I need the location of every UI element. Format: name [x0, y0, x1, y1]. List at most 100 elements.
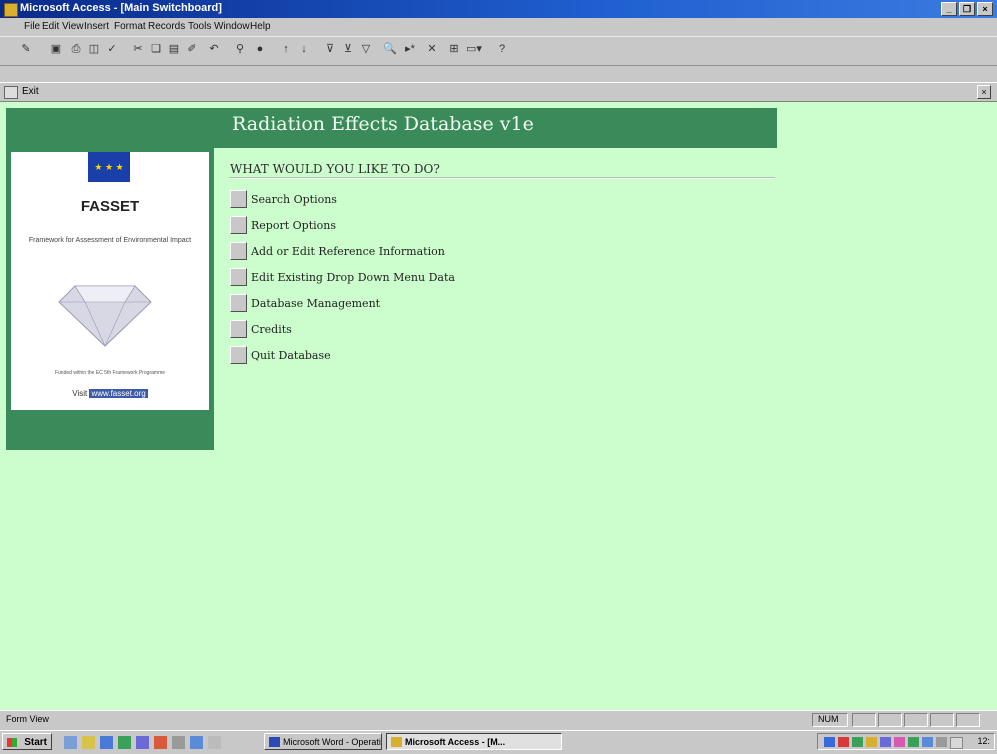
- access-key-icon: [391, 737, 402, 747]
- spelling-icon[interactable]: ✓: [104, 41, 120, 57]
- edit-reference-button[interactable]: [230, 242, 247, 260]
- visit-line: Visit www.fasset.org: [11, 389, 209, 398]
- tray-icon[interactable]: [866, 737, 877, 747]
- access-key-icon: [4, 3, 18, 17]
- tray-icons: [824, 737, 963, 749]
- minimize-icon[interactable]: _: [941, 2, 957, 16]
- menu-format[interactable]: Format: [114, 21, 146, 32]
- num-lock-indicator: NUM: [818, 714, 839, 724]
- menu-insert[interactable]: Insert: [84, 21, 109, 32]
- search-options-button[interactable]: [230, 190, 247, 208]
- sort-descending-icon[interactable]: ↓: [296, 41, 312, 57]
- design-view-icon[interactable]: ✎: [18, 41, 34, 57]
- menu-edit[interactable]: Edit: [42, 21, 59, 32]
- filter-by-form-icon[interactable]: ⊻: [340, 41, 356, 57]
- quick-launch-icon[interactable]: [172, 736, 185, 749]
- quick-launch-icon[interactable]: [136, 736, 149, 749]
- new-object-icon[interactable]: ▭▾: [466, 41, 482, 57]
- save-icon[interactable]: ▣: [48, 41, 64, 57]
- status-panel: [852, 713, 876, 727]
- hyperlink-icon[interactable]: ⚲: [232, 41, 248, 57]
- menu-view[interactable]: View: [62, 21, 84, 32]
- tray-icon[interactable]: [838, 737, 849, 747]
- format-painter-icon[interactable]: ✐: [184, 41, 200, 57]
- quick-launch-icon[interactable]: [208, 736, 221, 749]
- app-title: Radiation Effects Database v1e: [232, 113, 534, 135]
- diamond-icon: [58, 285, 152, 347]
- edit-dropdown-data-button[interactable]: [230, 268, 247, 286]
- database-management-button[interactable]: [230, 294, 247, 312]
- credits-button[interactable]: [230, 320, 247, 338]
- divider: [229, 177, 775, 179]
- web-toolbar-icon[interactable]: ●: [252, 41, 268, 57]
- quit-database-button[interactable]: [230, 346, 247, 364]
- menu-tools[interactable]: Tools: [188, 21, 211, 32]
- fasset-link[interactable]: www.fasset.org: [89, 389, 148, 398]
- close-icon[interactable]: ×: [977, 2, 993, 16]
- delete-record-icon[interactable]: ✕: [424, 41, 440, 57]
- tray-icon[interactable]: [922, 737, 933, 747]
- status-bar: Form View NUM: [0, 710, 997, 729]
- print-preview-icon[interactable]: ◫: [86, 41, 102, 57]
- task-word[interactable]: Microsoft Word - Operating: [264, 733, 382, 750]
- print-icon[interactable]: ⎙: [68, 41, 84, 57]
- status-panel: [930, 713, 954, 727]
- credits-label: Credits: [251, 323, 292, 336]
- new-record-icon[interactable]: ▸*: [402, 41, 418, 57]
- tray-icon[interactable]: [852, 737, 863, 747]
- tray-icon[interactable]: [824, 737, 835, 747]
- office-assistant-icon[interactable]: ?: [494, 41, 510, 57]
- funded-text: Funded within the EC 5th Framework Progr…: [54, 370, 166, 376]
- menu-records[interactable]: Records: [148, 21, 185, 32]
- form-title-bar: Exit ×: [0, 82, 997, 102]
- find-icon[interactable]: 🔍: [382, 41, 398, 57]
- cut-icon[interactable]: ✂: [130, 41, 146, 57]
- quick-launch-icon[interactable]: [64, 736, 77, 749]
- menu-file[interactable]: File: [24, 21, 40, 32]
- eu-flag-icon: ★ ★ ★: [88, 152, 130, 182]
- tray-icon[interactable]: [880, 737, 891, 747]
- quick-launch-icon[interactable]: [154, 736, 167, 749]
- form-close-icon[interactable]: ×: [977, 85, 991, 99]
- edit-dropdown-data-label: Edit Existing Drop Down Menu Data: [251, 271, 455, 284]
- start-button[interactable]: Start: [2, 733, 52, 750]
- report-options-label: Report Options: [251, 219, 336, 232]
- window-title-bar[interactable]: Microsoft Access - [Main Switchboard] _ …: [0, 0, 997, 18]
- clock: 12:: [977, 736, 990, 746]
- edit-reference-label: Add or Edit Reference Information: [251, 245, 445, 258]
- filter-by-selection-icon[interactable]: ⊽: [322, 41, 338, 57]
- quick-launch-icon[interactable]: [100, 736, 113, 749]
- quick-launch-icon[interactable]: [118, 736, 131, 749]
- copy-icon[interactable]: ❏: [148, 41, 164, 57]
- task-label: Microsoft Word - Operating: [283, 737, 382, 747]
- prompt-heading: WHAT WOULD YOU LIKE TO DO?: [230, 162, 440, 176]
- menu-window[interactable]: Window: [214, 21, 250, 32]
- task-label: Microsoft Access - [M...: [405, 737, 506, 747]
- window-controls: _ ❐ ×: [941, 2, 993, 16]
- tray-icon[interactable]: [936, 737, 947, 747]
- database-management-label: Database Management: [251, 297, 381, 310]
- status-panel: [904, 713, 928, 727]
- apply-filter-icon[interactable]: ▽: [358, 41, 374, 57]
- undo-icon[interactable]: ↶: [206, 41, 222, 57]
- report-options-button[interactable]: [230, 216, 247, 234]
- quick-launch-icon[interactable]: [190, 736, 203, 749]
- restore-icon[interactable]: ❐: [959, 2, 975, 16]
- tray-icon[interactable]: [908, 737, 919, 747]
- tray-icon[interactable]: [894, 737, 905, 747]
- search-options-label: Search Options: [251, 193, 337, 206]
- windows-logo-icon: [7, 738, 17, 747]
- start-label: Start: [24, 737, 47, 748]
- word-icon: [269, 737, 280, 747]
- system-tray: 12:: [817, 733, 995, 750]
- status-text: Form View: [6, 714, 49, 724]
- sort-ascending-icon[interactable]: ↑: [278, 41, 294, 57]
- task-access[interactable]: Microsoft Access - [M...: [386, 733, 562, 750]
- quick-launch-icon[interactable]: [82, 736, 95, 749]
- tray-icon[interactable]: [950, 737, 963, 749]
- database-window-icon[interactable]: ⊞: [446, 41, 462, 57]
- paste-icon[interactable]: ▤: [166, 41, 182, 57]
- form-title: Exit: [22, 86, 39, 97]
- status-panel: [956, 713, 980, 727]
- menu-help[interactable]: Help: [250, 21, 271, 32]
